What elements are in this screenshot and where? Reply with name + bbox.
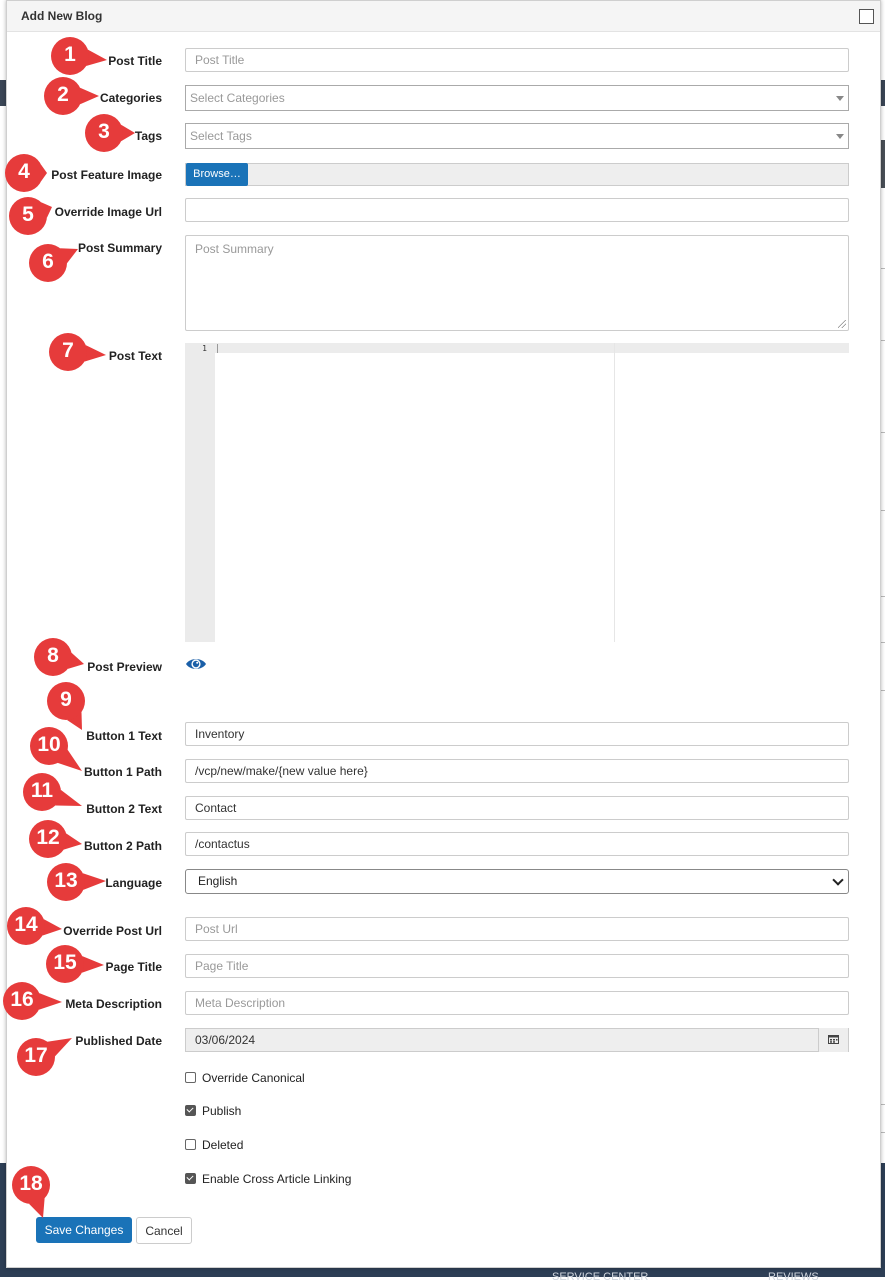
button1-path-input[interactable]: /vcp/new/make/{new value here} <box>185 759 849 783</box>
footer-link-reviews[interactable]: REVIEWS <box>768 1271 819 1283</box>
feature-image-file-input[interactable]: Browse… <box>185 163 849 186</box>
calendar-icon <box>828 1035 839 1044</box>
annotation-marker: 7 <box>48 332 106 372</box>
annotation-marker: 17 <box>16 1037 72 1077</box>
annotation-marker: 9 <box>46 681 86 730</box>
annotation-marker: 3 <box>84 113 135 153</box>
marker-number: 11 <box>30 779 54 802</box>
modal-header: Add New Blog <box>7 1 880 32</box>
post-summary-textarea[interactable]: Post Summary <box>185 235 849 331</box>
cancel-button[interactable]: Cancel <box>136 1217 192 1244</box>
editor-active-line <box>215 343 849 353</box>
annotation-marker: 18 <box>11 1165 51 1218</box>
editor-gutter <box>185 343 215 642</box>
marker-number: 3 <box>98 120 110 143</box>
override-post-url-input[interactable]: Post Url <box>185 917 849 941</box>
caret-down-icon <box>836 134 844 139</box>
feature-image-label: Post Feature Image <box>51 168 162 182</box>
button2-path-input[interactable]: /contactus <box>185 832 849 856</box>
annotation-marker: 10 <box>29 726 82 771</box>
tags-select[interactable]: Select Tags <box>185 123 849 149</box>
categories-label: Categories <box>99 91 162 105</box>
marker-number: 6 <box>42 250 54 273</box>
meta-description-input[interactable]: Meta Description <box>185 991 849 1015</box>
annotation-marker: 11 <box>22 772 82 812</box>
marker-number: 2 <box>57 83 69 106</box>
page-title-input[interactable]: Page Title <box>185 954 849 978</box>
annotation-marker: 16 <box>2 981 62 1021</box>
meta-description-label: Meta Description <box>65 997 162 1011</box>
save-changes-button[interactable]: Save Changes <box>36 1217 132 1243</box>
deleted-option[interactable]: Deleted <box>185 1138 243 1152</box>
annotation-marker: 5 <box>8 196 52 236</box>
language-select[interactable]: English <box>185 869 849 894</box>
post-title-label: Post Title <box>108 54 162 68</box>
post-text-code-editor[interactable]: 1 <box>185 343 849 642</box>
marker-number: 16 <box>10 988 34 1011</box>
button1-path-label: Button 1 Path <box>84 765 162 779</box>
marker-number: 8 <box>47 644 59 667</box>
marker-number: 7 <box>62 339 74 362</box>
tags-label: Tags <box>134 129 162 143</box>
footer-link-service-center[interactable]: SERVICE CENTER <box>552 1271 648 1283</box>
button1-text-input[interactable]: Inventory <box>185 722 849 746</box>
override-post-url-label: Override Post Url <box>63 924 162 938</box>
annotation-marker: 2 <box>43 76 99 116</box>
published-date-input[interactable]: 03/06/2024 <box>185 1028 849 1052</box>
annotation-marker: 12 <box>28 819 82 859</box>
eye-icon[interactable] <box>185 656 207 672</box>
publish-option[interactable]: Publish <box>185 1104 241 1118</box>
editor-line-number: 1 <box>202 344 207 353</box>
marker-number: 12 <box>36 826 60 849</box>
annotation-marker: 8 <box>33 637 84 677</box>
override-image-url-label: Override Image Url <box>54 205 162 219</box>
marker-number: 17 <box>24 1044 48 1067</box>
button2-text-label: Button 2 Text <box>86 802 162 816</box>
cross-article-linking-option[interactable]: Enable Cross Article Linking <box>185 1172 351 1186</box>
override-canonical-option[interactable]: Override Canonical <box>185 1071 305 1085</box>
page-title-label: Page Title <box>105 960 162 974</box>
annotation-marker: 14 <box>6 906 62 946</box>
deleted-checkbox[interactable] <box>185 1139 196 1150</box>
post-title-input[interactable]: Post Title <box>185 48 849 72</box>
editor-cursor <box>217 344 218 353</box>
annotation-marker: 6 <box>28 243 78 283</box>
marker-number: 1 <box>64 43 76 66</box>
marker-number: 10 <box>37 733 61 756</box>
marker-number: 15 <box>53 951 77 974</box>
button1-text-label: Button 1 Text <box>86 729 162 743</box>
marker-number: 14 <box>14 913 38 936</box>
marker-number: 18 <box>19 1172 43 1195</box>
resize-handle-icon[interactable] <box>838 320 846 328</box>
annotation-marker: 4 <box>4 153 47 193</box>
maximize-icon[interactable] <box>859 9 874 24</box>
marker-number: 9 <box>60 688 72 711</box>
annotation-marker: 13 <box>46 862 106 902</box>
cross-article-linking-checkbox[interactable] <box>185 1173 196 1184</box>
annotation-marker: 1 <box>50 36 107 76</box>
publish-checkbox[interactable] <box>185 1105 196 1116</box>
browse-button[interactable]: Browse… <box>186 163 248 186</box>
categories-select[interactable]: Select Categories <box>185 85 849 111</box>
post-text-label: Post Text <box>108 349 162 363</box>
modal-title: Add New Blog <box>21 9 103 23</box>
published-date-label: Published Date <box>75 1034 162 1048</box>
post-preview-label: Post Preview <box>87 660 162 674</box>
language-label: Language <box>105 876 162 890</box>
marker-number: 4 <box>18 160 30 183</box>
button2-text-input[interactable]: Contact <box>185 796 849 820</box>
add-blog-modal: Add New Blog Post Title Post Title Categ… <box>6 0 881 1268</box>
calendar-button[interactable] <box>818 1028 848 1052</box>
marker-number: 13 <box>54 869 78 892</box>
caret-down-icon <box>836 96 844 101</box>
button2-path-label: Button 2 Path <box>84 839 162 853</box>
marker-number: 5 <box>22 203 34 226</box>
chevron-down-icon <box>832 874 844 886</box>
editor-print-margin <box>614 343 615 642</box>
annotation-marker: 15 <box>45 944 104 984</box>
post-summary-label: Post Summary <box>77 241 162 255</box>
override-image-url-input[interactable] <box>185 198 849 222</box>
override-canonical-checkbox[interactable] <box>185 1072 196 1083</box>
